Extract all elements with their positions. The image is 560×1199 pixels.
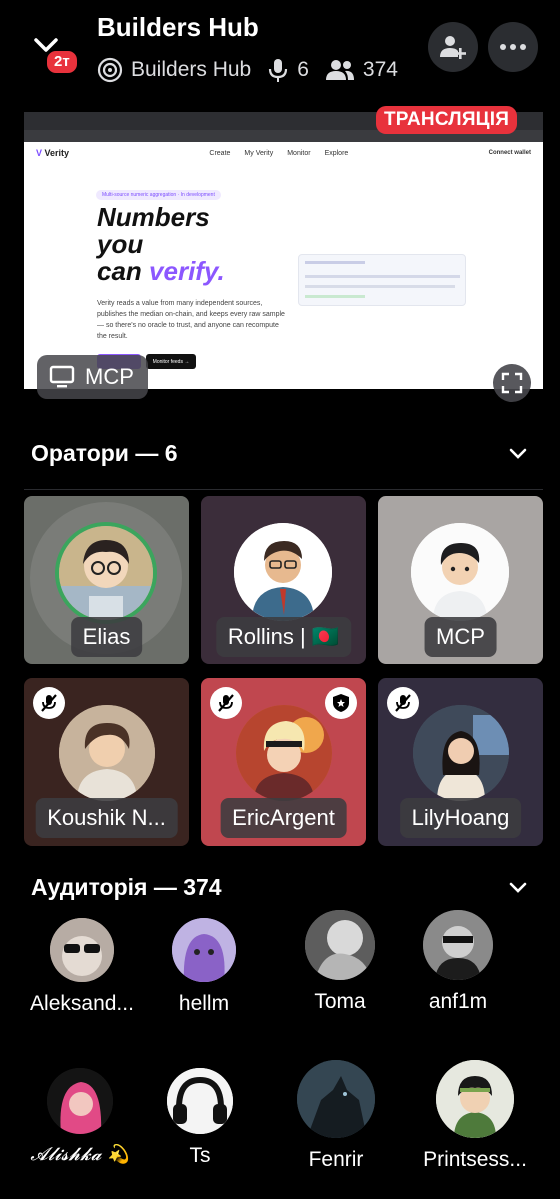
avatar xyxy=(59,705,155,801)
muted-mic-icon xyxy=(33,687,65,719)
avatar xyxy=(55,522,157,624)
more-options-button[interactable] xyxy=(488,22,538,72)
audience-name: Ts xyxy=(189,1144,211,1167)
avatar xyxy=(50,918,114,982)
site-pill: Multi-source numeric aggregation · In de… xyxy=(96,190,221,200)
microphone-icon xyxy=(269,59,288,82)
speakers-title: Оратори — 6 xyxy=(31,440,178,466)
leave-stage-button[interactable]: 2т xyxy=(18,18,80,76)
stage-info: Builders Hub 6 374 xyxy=(97,56,398,84)
site-hero: Numbers you can verify. xyxy=(97,202,225,286)
audience-name: Aleksand... xyxy=(30,992,134,1015)
muted-mic-icon xyxy=(210,687,242,719)
speaker-name: EricArgent xyxy=(220,798,347,838)
speaker-name: Koushik N... xyxy=(35,798,178,838)
speaker-tile[interactable]: LilyHoang xyxy=(378,678,543,846)
page-title: Builders Hub xyxy=(97,12,259,42)
site-connect-wallet: Connect wallet xyxy=(488,150,531,156)
audience-name: hellm xyxy=(178,992,230,1015)
site-code-sample xyxy=(298,254,466,306)
site-description: Verity reads a value from many independe… xyxy=(97,300,285,340)
header: 2т Builders Hub Builders Hub 6 374 xyxy=(0,0,560,100)
speaker-name: MCP xyxy=(424,617,497,657)
audience-name: Printsess... xyxy=(423,1148,527,1171)
audience-member[interactable]: Aleksand... xyxy=(17,918,147,1016)
monitor-icon xyxy=(49,365,75,388)
avatar xyxy=(413,705,509,801)
speaker-name: Elias xyxy=(70,617,143,657)
site-nav-monitor: Monitor xyxy=(287,149,311,157)
more-icon xyxy=(500,44,526,50)
audience-name: 𝓐𝓵𝓲𝓼𝓱𝓴𝓪 💫 xyxy=(30,1144,130,1165)
stage-icon xyxy=(97,57,123,83)
fullscreen-button[interactable] xyxy=(493,364,531,402)
speaker-tile[interactable]: Koushik N... xyxy=(24,678,189,846)
avatar xyxy=(411,523,509,621)
avatar xyxy=(167,1068,233,1134)
audience-member[interactable]: Printsess... xyxy=(410,1060,540,1172)
avatar xyxy=(234,523,332,621)
add-user-icon xyxy=(440,36,466,59)
audience-member[interactable]: 𝓐𝓵𝓲𝓼𝓱𝓴𝓪 💫 xyxy=(15,1068,145,1165)
speaker-tile[interactable]: EricArgent xyxy=(201,678,366,846)
listener-count: 374 xyxy=(362,58,398,81)
speaker-tile[interactable]: Rollins | 🇧🇩 xyxy=(201,496,366,664)
site-nav-my-verity: My Verity xyxy=(244,149,274,157)
audience-member[interactable]: Ts xyxy=(135,1068,265,1168)
audience-name: anf1m xyxy=(428,990,488,1013)
screen-share-stream[interactable]: V Verity Create My Verity Monitor Explor… xyxy=(24,112,543,389)
avatar xyxy=(47,1068,113,1134)
avatar xyxy=(297,1060,375,1138)
audience-member[interactable]: Toma xyxy=(275,910,405,1014)
audience-member[interactable]: Fenrir xyxy=(271,1060,401,1172)
audience-name: Fenrir xyxy=(308,1148,364,1171)
speaker-name: LilyHoang xyxy=(399,798,522,838)
avatar xyxy=(436,1060,514,1138)
site-logo: V Verity xyxy=(36,148,70,158)
muted-mic-icon xyxy=(387,687,419,719)
speaker-count: 6 xyxy=(297,58,309,81)
avatar xyxy=(236,705,332,801)
avatar xyxy=(172,918,236,982)
divider xyxy=(24,489,543,490)
audience-collapse-icon[interactable] xyxy=(508,878,528,898)
site-monitor-button: Monitor feeds → xyxy=(146,354,196,369)
site-nav-explore: Explore xyxy=(324,149,349,157)
people-icon xyxy=(325,60,354,80)
speaker-tile[interactable]: Elias xyxy=(24,496,189,664)
server-name: Builders Hub xyxy=(131,58,252,81)
live-badge: ТРАНСЛЯЦІЯ xyxy=(376,106,518,134)
audience-member[interactable]: anf1m xyxy=(393,910,523,1014)
screen-share-owner: MCP xyxy=(37,355,148,399)
site-nav: V Verity Create My Verity Monitor Explor… xyxy=(24,142,543,164)
audience-name: Toma xyxy=(314,990,366,1013)
notification-badge: 2т xyxy=(44,48,80,76)
site-nav-create: Create xyxy=(209,149,231,157)
speakers-collapse-icon[interactable] xyxy=(508,444,528,464)
avatar xyxy=(423,910,493,980)
speaker-tile[interactable]: MCP xyxy=(378,496,543,664)
audience-member[interactable]: hellm xyxy=(139,918,269,1016)
audience-title: Аудиторія — 374 xyxy=(31,874,222,900)
avatar xyxy=(305,910,375,980)
fullscreen-icon xyxy=(501,372,523,394)
invite-button[interactable] xyxy=(428,22,478,72)
speaker-name: Rollins | 🇧🇩 xyxy=(215,617,352,657)
moderator-shield-icon xyxy=(325,687,357,719)
